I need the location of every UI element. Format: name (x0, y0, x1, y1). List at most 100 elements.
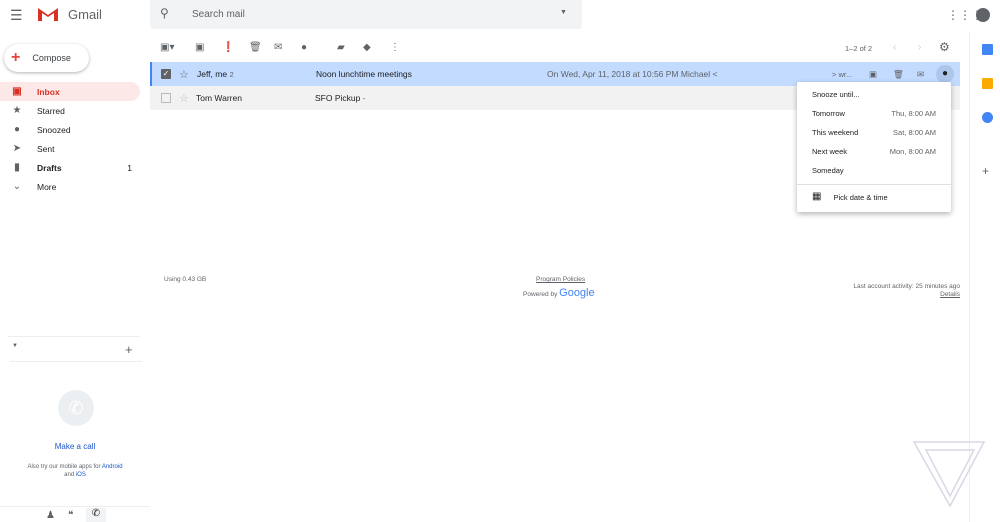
search-icon[interactable]: ⚲ (160, 6, 169, 20)
sidebar-label: Sent (37, 144, 55, 154)
and-text: and (64, 472, 74, 478)
sidebar-label: Starred (37, 106, 65, 116)
sidebar-label: More (37, 182, 56, 192)
sender-name: Jeff, me (197, 69, 227, 79)
contacts-icon[interactable]: ♟ (46, 510, 55, 521)
divider (10, 361, 142, 362)
send-icon: ➤ (11, 143, 23, 154)
snooze-option-tomorrow[interactable]: Tomorrow Thu, 8:00 AM (812, 109, 936, 118)
thread-count: 2 (229, 70, 233, 79)
calendar-icon: ▦ (812, 193, 821, 202)
sidebar-item-drafts[interactable]: ▮Drafts1 (0, 158, 140, 177)
gmail-logo-icon (37, 6, 59, 22)
snooze-option-weekend[interactable]: This weekend Sat, 8:00 AM (812, 128, 936, 137)
compose-button[interactable]: + Compose (4, 44, 89, 72)
option-time: Mon, 8:00 AM (890, 147, 936, 156)
star-icon[interactable]: ☆ (179, 68, 189, 81)
snooze-icon[interactable]: ● (301, 42, 307, 53)
phone-icon: ✆ (58, 390, 94, 426)
option-label: Next week (812, 147, 847, 156)
google-logo: Google (559, 287, 594, 299)
watermark-logo-icon (912, 440, 987, 508)
snooze-menu-title: Snooze until... (812, 90, 860, 99)
menu-icon[interactable]: ☰ (10, 7, 23, 24)
sidebar-item-inbox[interactable]: ▣ Inbox (0, 82, 140, 101)
option-label: Tomorrow (812, 109, 845, 118)
calendar-app-icon[interactable] (982, 44, 993, 55)
chevron-down-icon: ⌄ (11, 181, 23, 192)
snooze-option-someday[interactable]: Someday (812, 166, 936, 175)
email-subject: Noon lunchtime meetings (316, 69, 412, 79)
move-to-icon[interactable]: ▰ (337, 42, 345, 53)
more-options-icon[interactable]: ⋮ (390, 42, 400, 53)
email-snippet: On Wed, Apr 11, 2018 at 10:56 PM Michael… (547, 69, 718, 79)
details-link[interactable]: Details (940, 291, 960, 298)
prev-page-icon[interactable]: ‹ (893, 42, 896, 53)
snooze-clock-icon[interactable]: ● (936, 65, 954, 83)
option-label: Someday (812, 166, 844, 175)
report-spam-icon[interactable]: ❗ (222, 42, 234, 53)
mobile-apps-text: Also try our mobile apps for Android and… (0, 463, 150, 479)
keep-app-icon[interactable] (982, 78, 993, 89)
email-snippet: - (363, 93, 366, 103)
last-activity: Last account activity: 25 minutes ago (853, 283, 960, 290)
option-time: Sat, 8:00 AM (893, 128, 936, 137)
settings-gear-icon[interactable]: ⚙ (939, 40, 950, 54)
sidebar-item-snoozed[interactable]: ● Snoozed (0, 120, 140, 139)
sidebar-item-more[interactable]: ⌄ More (0, 177, 140, 196)
ios-link[interactable]: iOS (76, 472, 86, 478)
option-label: This weekend (812, 128, 858, 137)
snooze-option-next-week[interactable]: Next week Mon, 8:00 AM (812, 147, 936, 156)
hangouts-menu-icon[interactable]: ▼ (12, 343, 18, 349)
program-policies-link[interactable]: Program Policies (536, 276, 585, 283)
star-icon[interactable]: ☆ (179, 92, 189, 105)
plus-icon: + (11, 49, 20, 67)
sidebar-item-starred[interactable]: ★ Starred (0, 101, 140, 120)
email-sender: Jeff, me 2 (197, 69, 234, 79)
delete-icon[interactable]: 🗑 (249, 42, 262, 53)
search-input[interactable]: Search mail (192, 9, 245, 20)
sidebar-label: Inbox (37, 87, 60, 97)
search-bar[interactable]: ⚲ Search mail ▼ (150, 0, 582, 29)
sidebar-item-sent[interactable]: ➤ Sent (0, 139, 140, 158)
pick-date-time[interactable]: ▦ Pick date & time (812, 193, 936, 202)
add-addon-icon[interactable]: + (982, 164, 989, 178)
next-page-icon[interactable]: › (918, 42, 921, 53)
email-subject: SFO Pickup (315, 93, 360, 103)
archive-icon[interactable]: ▣ (869, 69, 877, 80)
clock-icon: ● (11, 124, 23, 135)
add-contact-icon[interactable]: + (125, 342, 133, 357)
make-call-link[interactable]: Make a call (0, 442, 150, 451)
email-sender: Tom Warren (196, 93, 242, 103)
app-name: Gmail (68, 7, 102, 22)
option-label: Pick date & time (833, 193, 887, 202)
delete-icon[interactable]: 🗑 (893, 69, 904, 80)
search-options-icon[interactable]: ▼ (560, 9, 567, 16)
storage-usage: Using 0.43 GB (164, 276, 206, 283)
hangouts-icon[interactable]: ❝ (68, 510, 73, 521)
label-icon[interactable]: ◆ (363, 42, 371, 53)
mobile-text: Also try our mobile apps for (27, 464, 100, 470)
powered-by-text: Powered by (523, 291, 557, 298)
divider (0, 506, 150, 507)
powered-by: Powered by Google (523, 287, 595, 299)
phone-tab-icon[interactable]: ✆ (86, 508, 106, 522)
inbox-icon: ▣ (11, 86, 23, 97)
select-all-checkbox[interactable]: ▣▾ (160, 42, 174, 53)
tasks-app-icon[interactable] (982, 112, 993, 123)
draft-icon: ▮ (11, 162, 23, 173)
mark-read-icon[interactable]: ✉ (274, 42, 282, 53)
account-avatar[interactable] (976, 8, 990, 22)
sidebar-label: Snoozed (37, 125, 71, 135)
divider (8, 336, 140, 337)
star-icon: ★ (11, 105, 23, 116)
row-checkbox[interactable] (161, 93, 171, 103)
mark-read-icon[interactable]: ✉ (917, 69, 924, 80)
row-checkbox[interactable]: ✓ (161, 69, 171, 79)
archive-icon[interactable]: ▣ (195, 42, 204, 53)
email-snippet-end: > wr... (832, 70, 852, 79)
sidebar-label: Drafts (37, 163, 62, 173)
android-link[interactable]: Android (102, 464, 123, 470)
option-time: Thu, 8:00 AM (891, 109, 936, 118)
pagination: 1–2 of 2 (845, 44, 872, 53)
